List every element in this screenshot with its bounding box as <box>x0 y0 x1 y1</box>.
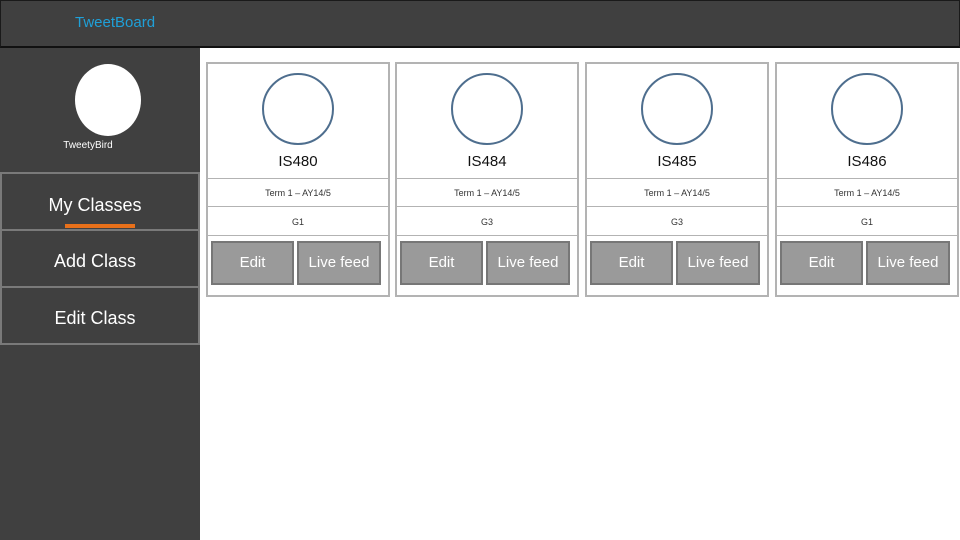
sidebar-item-label: Add Class <box>53 251 137 271</box>
edit-button[interactable]: Edit <box>780 241 863 285</box>
sidebar-item-add-class[interactable]: Add Class <box>0 229 200 288</box>
live-feed-button[interactable]: Live feed <box>486 241 570 285</box>
edit-button[interactable]: Edit <box>400 241 483 285</box>
divider <box>587 178 767 179</box>
class-image-placeholder <box>831 73 903 145</box>
live-feed-button[interactable]: Live feed <box>866 241 950 285</box>
live-feed-button[interactable]: Live feed <box>676 241 760 285</box>
divider <box>587 206 767 207</box>
live-feed-button[interactable]: Live feed <box>297 241 381 285</box>
class-card: IS485 Term 1 – AY14/5 G3 Edit Live feed <box>585 62 769 297</box>
term-label: Term 1 – AY14/5 <box>265 188 331 198</box>
divider <box>208 178 388 179</box>
class-card: IS486 Term 1 – AY14/5 G1 Edit Live feed <box>775 62 959 297</box>
course-code: IS485 <box>657 153 697 170</box>
active-indicator <box>65 224 135 228</box>
course-code: IS484 <box>467 153 507 170</box>
sidebar-item-edit-class[interactable]: Edit Class <box>0 286 200 345</box>
term-label: Term 1 – AY14/5 <box>644 188 710 198</box>
app-title: TweetBoard <box>75 14 156 31</box>
sidebar-item-my-classes[interactable]: My Classes <box>0 172 200 231</box>
edit-button[interactable]: Edit <box>211 241 294 285</box>
divider <box>397 235 577 236</box>
sidebar-item-label: Edit Class <box>54 308 136 328</box>
group-label: G3 <box>480 217 493 227</box>
divider <box>208 206 388 207</box>
divider <box>397 206 577 207</box>
app-header: TweetBoard <box>0 0 960 48</box>
divider <box>397 178 577 179</box>
group-label: G1 <box>860 217 873 227</box>
divider <box>208 235 388 236</box>
course-code: IS480 <box>278 153 318 170</box>
divider <box>777 235 957 236</box>
divider <box>777 178 957 179</box>
class-image-placeholder <box>262 73 334 145</box>
class-image-placeholder <box>451 73 523 145</box>
group-label: G1 <box>291 217 304 227</box>
sidebar: TweetyBird My Classes Add Class Edit Cla… <box>0 48 200 540</box>
class-card: IS484 Term 1 – AY14/5 G3 Edit Live feed <box>395 62 579 297</box>
term-label: Term 1 – AY14/5 <box>834 188 900 198</box>
term-label: Term 1 – AY14/5 <box>454 188 520 198</box>
edit-button[interactable]: Edit <box>590 241 673 285</box>
sidebar-item-label: My Classes <box>48 195 142 215</box>
divider <box>587 235 767 236</box>
class-card: IS480 Term 1 – AY14/5 G1 Edit Live feed <box>206 62 390 297</box>
course-code: IS486 <box>847 153 887 170</box>
group-label: G3 <box>670 217 683 227</box>
divider <box>777 206 957 207</box>
class-image-placeholder <box>641 73 713 145</box>
user-avatar[interactable] <box>75 64 141 136</box>
username: TweetyBird <box>63 140 113 151</box>
